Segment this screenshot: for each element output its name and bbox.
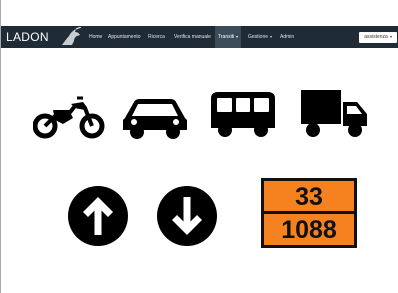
- arrow-up-icon[interactable]: [67, 185, 129, 247]
- hazard-plate[interactable]: 33 1088: [261, 178, 357, 248]
- nav-appuntamento[interactable]: Appuntamento: [108, 26, 141, 48]
- nav-transiti[interactable]: Transiti: [215, 26, 242, 48]
- bus-icon[interactable]: [207, 90, 279, 140]
- top-navbar: LADON Home Appuntamento Ricerca Verifica…: [1, 26, 398, 48]
- nav-gestione-label: Gestione: [248, 34, 269, 40]
- app-screen: LADON Home Appuntamento Ricerca Verifica…: [0, 0, 398, 293]
- nav-ricerca[interactable]: Ricerca: [148, 26, 165, 48]
- brand-name: LADON: [6, 30, 49, 44]
- unicorn-logo-icon: [62, 27, 82, 45]
- chevron-down-icon: [236, 35, 239, 38]
- hazard-plate-divider: [264, 211, 354, 214]
- nav-home[interactable]: Home: [89, 26, 102, 48]
- brand[interactable]: LADON: [3, 26, 87, 48]
- nav-gestione[interactable]: Gestione: [248, 26, 273, 48]
- truck-icon[interactable]: [297, 88, 371, 140]
- arrow-down-icon[interactable]: [156, 185, 218, 247]
- nav-verifica-manuale[interactable]: Verifica manuale: [174, 26, 211, 48]
- user-menu-label: assistenza: [364, 34, 388, 40]
- motorcycle-icon[interactable]: [33, 94, 105, 140]
- nav-transiti-label: Transiti: [218, 34, 235, 40]
- user-menu-button[interactable]: assistenza: [359, 32, 397, 43]
- hazard-id-number: 33: [295, 183, 323, 211]
- chevron-down-icon: [270, 35, 273, 38]
- chevron-down-icon: [389, 35, 392, 38]
- nav-admin[interactable]: Admin: [280, 26, 294, 48]
- car-icon[interactable]: [120, 96, 190, 140]
- un-number: 1088: [281, 216, 337, 244]
